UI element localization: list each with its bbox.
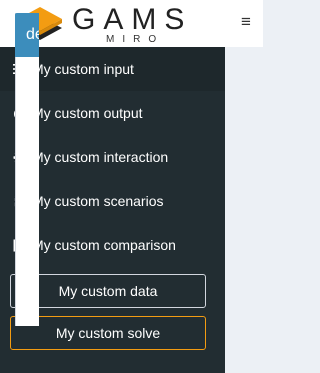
- logo-text: GAMS: [72, 3, 193, 36]
- box-header: de: [15, 13, 39, 57]
- menu-toggle-icon[interactable]: ≡: [239, 11, 253, 33]
- sidebar-item-label: My custom input: [32, 61, 134, 77]
- sidebar-item-label: My custom interaction: [32, 149, 169, 165]
- sidebar-item-label: My custom scenarios: [32, 193, 164, 209]
- custom-solve-button[interactable]: My custom solve: [10, 316, 206, 350]
- gams-miro-logo: GAMS MIRO: [14, 1, 192, 47]
- sidebar-item-label: My custom output: [32, 105, 143, 121]
- custom-data-button[interactable]: My custom data: [10, 274, 206, 308]
- content-box: [15, 13, 39, 326]
- logo-subtext: MIRO: [106, 34, 165, 45]
- main-content: [225, 47, 263, 373]
- top-header: GAMS MIRO ≡: [0, 0, 263, 47]
- box-title: de: [26, 26, 39, 43]
- sidebar-item-label: My custom comparison: [32, 237, 176, 253]
